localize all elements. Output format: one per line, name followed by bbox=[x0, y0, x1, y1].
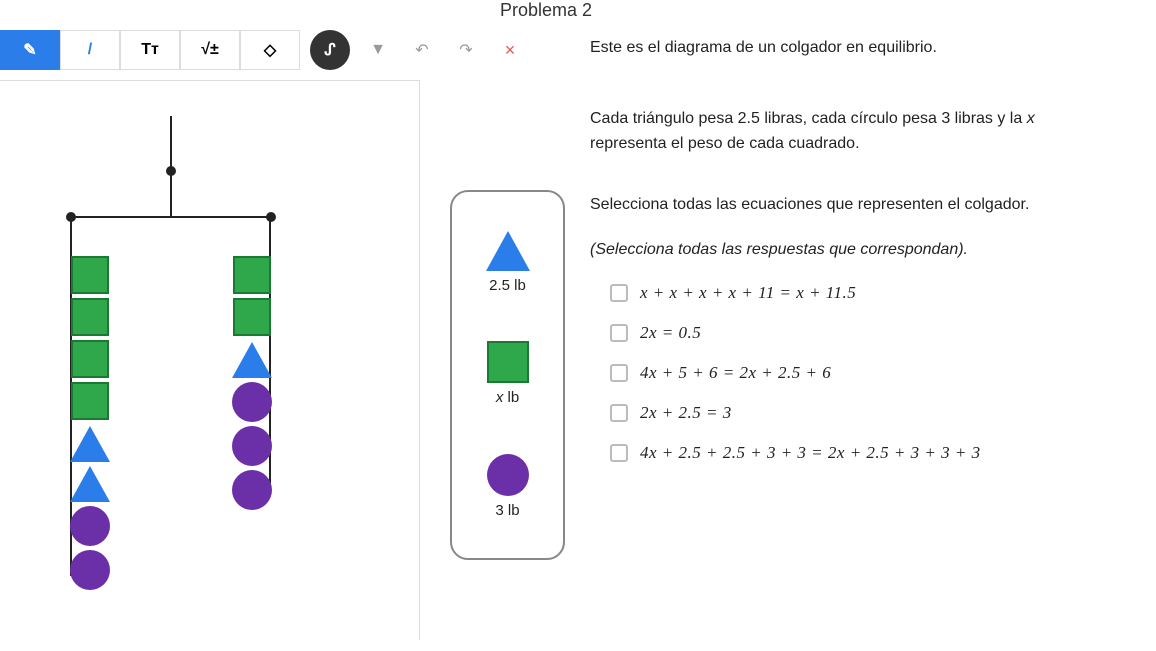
answer-option: x + x + x + x + 11 = x + 11.5 bbox=[610, 283, 1140, 303]
hanger-square bbox=[71, 340, 109, 378]
math-tool-button[interactable]: √± bbox=[180, 30, 240, 70]
equation-text: 4x + 5 + 6 = 2x + 2.5 + 6 bbox=[640, 363, 831, 383]
hanger-square bbox=[71, 382, 109, 420]
answer-list: x + x + x + x + 11 = x + 11.5 2x = 0.5 4… bbox=[590, 283, 1140, 463]
legend-circle-label: 3 lb bbox=[495, 502, 519, 519]
close-button[interactable]: × bbox=[494, 34, 526, 66]
hanger-square bbox=[71, 298, 109, 336]
hanger-circle bbox=[232, 426, 272, 466]
square-icon bbox=[487, 341, 529, 383]
equation-text: 2x = 0.5 bbox=[640, 323, 701, 343]
triangle-icon bbox=[486, 231, 530, 271]
weights-text: Cada triángulo pesa 2.5 libras, cada cír… bbox=[590, 106, 1140, 157]
legend-circle: 3 lb bbox=[487, 454, 529, 519]
hanger-triangle bbox=[70, 466, 110, 502]
hanger-circle bbox=[70, 506, 110, 546]
canvas-area[interactable] bbox=[0, 80, 420, 640]
answer-option: 4x + 2.5 + 2.5 + 3 + 3 = 2x + 2.5 + 3 + … bbox=[610, 443, 1140, 463]
line-tool-button[interactable]: / bbox=[60, 30, 120, 70]
hanger-triangle bbox=[70, 426, 110, 462]
hint-text: (Selecciona todas las respuestas que cor… bbox=[590, 237, 1140, 263]
hanger-circle bbox=[232, 382, 272, 422]
answer-option: 2x = 0.5 bbox=[610, 323, 1140, 343]
equation-text: 2x + 2.5 = 3 bbox=[640, 403, 732, 423]
pen-tool-button[interactable]: ✎ bbox=[0, 30, 60, 70]
hanger-square bbox=[233, 298, 271, 336]
equation-text: x + x + x + x + 11 = x + 11.5 bbox=[640, 283, 856, 303]
eraser-tool-button[interactable]: ◇ bbox=[240, 30, 300, 70]
hanger-square bbox=[233, 256, 271, 294]
legend-panel: 2.5 lb x lb 3 lb bbox=[450, 190, 565, 560]
legend-triangle: 2.5 lb bbox=[486, 231, 530, 294]
answer-option: 2x + 2.5 = 3 bbox=[610, 403, 1140, 423]
legend-triangle-label: 2.5 lb bbox=[489, 277, 526, 294]
toolbar: ✎ / Tт √± ◇ ᔑ ▼ ↶ ↷ × bbox=[0, 30, 526, 70]
hanger-circle bbox=[232, 470, 272, 510]
hanger-square bbox=[71, 256, 109, 294]
answer-checkbox[interactable] bbox=[610, 324, 628, 342]
problem-title: Problema 2 bbox=[500, 0, 592, 21]
answer-checkbox[interactable] bbox=[610, 284, 628, 302]
undo-button[interactable]: ↶ bbox=[406, 34, 438, 66]
legend-square: x lb bbox=[487, 341, 529, 406]
answer-option: 4x + 5 + 6 = 2x + 2.5 + 6 bbox=[610, 363, 1140, 383]
instruction-text: Selecciona todas las ecuaciones que repr… bbox=[590, 192, 1140, 218]
dropdown-icon[interactable]: ▼ bbox=[362, 34, 394, 66]
equation-text: 4x + 2.5 + 2.5 + 3 + 3 = 2x + 2.5 + 3 + … bbox=[640, 443, 981, 463]
text-tool-button[interactable]: Tт bbox=[120, 30, 180, 70]
answer-checkbox[interactable] bbox=[610, 364, 628, 382]
answer-checkbox[interactable] bbox=[610, 444, 628, 462]
freehand-tool-button[interactable]: ᔑ bbox=[310, 30, 350, 70]
hanger-circle bbox=[70, 550, 110, 590]
answer-checkbox[interactable] bbox=[610, 404, 628, 422]
intro-text: Este es el diagrama de un colgador en eq… bbox=[590, 35, 1140, 61]
question-content: Este es el diagrama de un colgador en eq… bbox=[590, 35, 1140, 483]
hanger-triangle bbox=[232, 342, 272, 378]
redo-button[interactable]: ↷ bbox=[450, 34, 482, 66]
legend-square-label: x lb bbox=[496, 389, 519, 406]
circle-icon bbox=[487, 454, 529, 496]
